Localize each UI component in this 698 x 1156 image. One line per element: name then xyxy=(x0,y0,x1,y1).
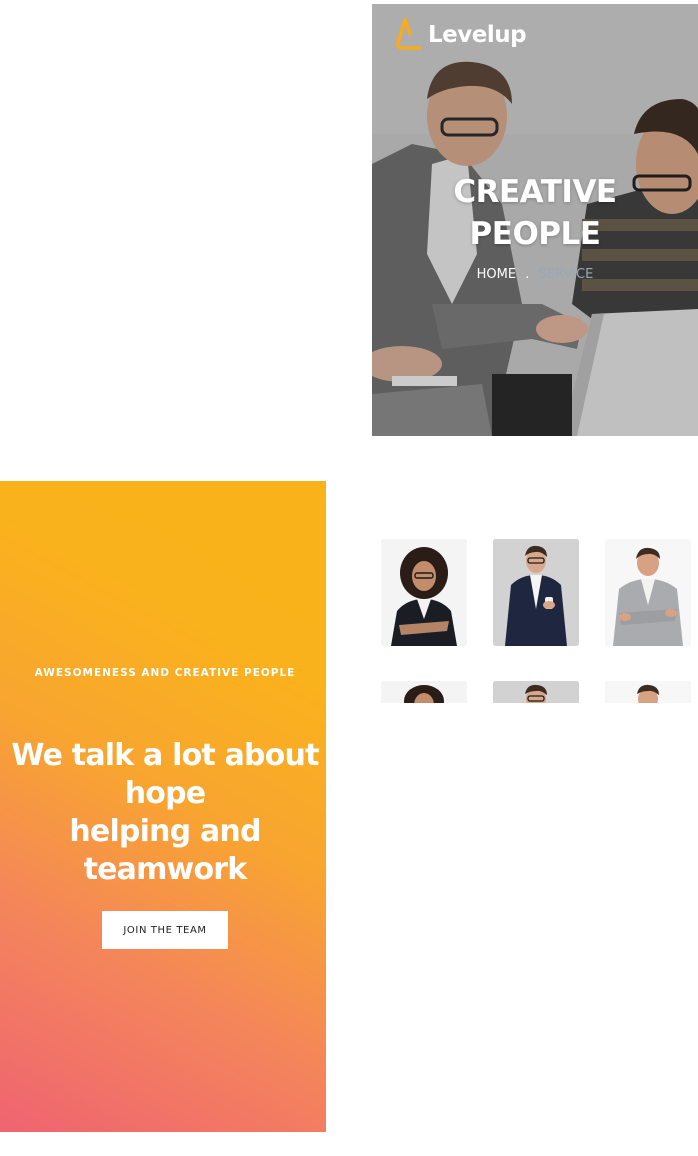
team-member-card[interactable] xyxy=(605,539,691,646)
page: Levelup CREATIVE PEOPLE HOME . SERVICE A… xyxy=(0,0,698,1156)
woman-curly-hair-portrait-icon xyxy=(381,539,467,646)
promo-heading-line-4: teamwork xyxy=(83,851,248,887)
promo-heading-line-2: hope xyxy=(124,775,206,811)
page-title-line-2: PEOPLE xyxy=(469,215,601,252)
man-navy-suit-portrait-icon xyxy=(493,539,579,646)
join-team-panel: AWESOMENESS AND CREATIVE PEOPLE We talk … xyxy=(0,481,326,1132)
logo[interactable]: Levelup xyxy=(394,18,527,52)
breadcrumb-separator: . xyxy=(525,267,530,282)
breadcrumb: HOME . SERVICE xyxy=(372,267,698,282)
team-member-card[interactable] xyxy=(381,539,467,646)
team-member-card[interactable] xyxy=(381,681,467,703)
man-grey-blazer-portrait-icon xyxy=(605,681,691,703)
promo-kicker: AWESOMENESS AND CREATIVE PEOPLE xyxy=(34,667,296,679)
promo-heading-line-3: helping and xyxy=(69,813,261,849)
page-title: CREATIVE PEOPLE xyxy=(372,171,698,255)
woman-curly-hair-portrait-icon xyxy=(381,681,467,703)
promo-heading-line-1: We talk a lot about xyxy=(11,737,319,773)
team-member-card[interactable] xyxy=(493,681,579,703)
logo-icon xyxy=(396,18,422,50)
join-the-team-button[interactable]: JOIN THE TEAM xyxy=(102,911,228,949)
team-grid xyxy=(381,539,698,703)
page-title-line-1: CREATIVE xyxy=(453,173,617,210)
hero-banner: Levelup CREATIVE PEOPLE HOME . SERVICE xyxy=(372,4,698,436)
breadcrumb-current: SERVICE xyxy=(538,267,594,282)
promo-heading: We talk a lot about hope helping and tea… xyxy=(0,737,330,889)
breadcrumb-home-link[interactable]: HOME xyxy=(477,267,516,282)
man-navy-suit-portrait-icon xyxy=(493,681,579,703)
man-grey-blazer-portrait-icon xyxy=(605,539,691,646)
team-member-card[interactable] xyxy=(605,681,691,703)
logo-text: Levelup xyxy=(428,22,527,48)
team-member-card[interactable] xyxy=(493,539,579,646)
